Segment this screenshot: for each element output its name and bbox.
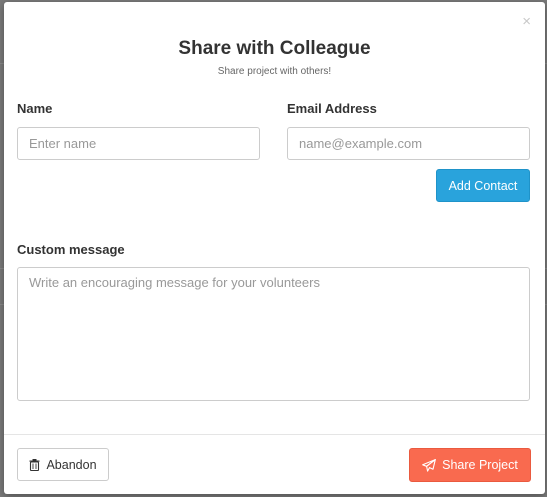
modal-title: Share with Colleague	[178, 38, 371, 59]
share-project-label: Share Project	[442, 458, 518, 472]
paper-plane-icon	[422, 458, 436, 472]
abandon-button[interactable]: Abandon	[17, 448, 109, 481]
trash-icon	[29, 458, 40, 471]
email-input[interactable]	[287, 127, 530, 160]
share-modal: × Share with Colleague Share project wit…	[4, 2, 545, 494]
add-contact-button[interactable]: Add Contact	[436, 169, 530, 202]
email-label: Email Address	[287, 101, 377, 116]
modal-subtitle: Share project with others!	[217, 66, 332, 77]
custom-message-label: Custom message	[17, 242, 125, 257]
close-icon[interactable]: ×	[522, 14, 531, 30]
abandon-label: Abandon	[46, 457, 97, 472]
custom-message-textarea[interactable]	[17, 267, 530, 401]
footer-divider	[4, 434, 545, 435]
name-label: Name	[17, 101, 53, 116]
name-input[interactable]	[17, 127, 260, 160]
share-project-button[interactable]: Share Project	[409, 448, 531, 482]
